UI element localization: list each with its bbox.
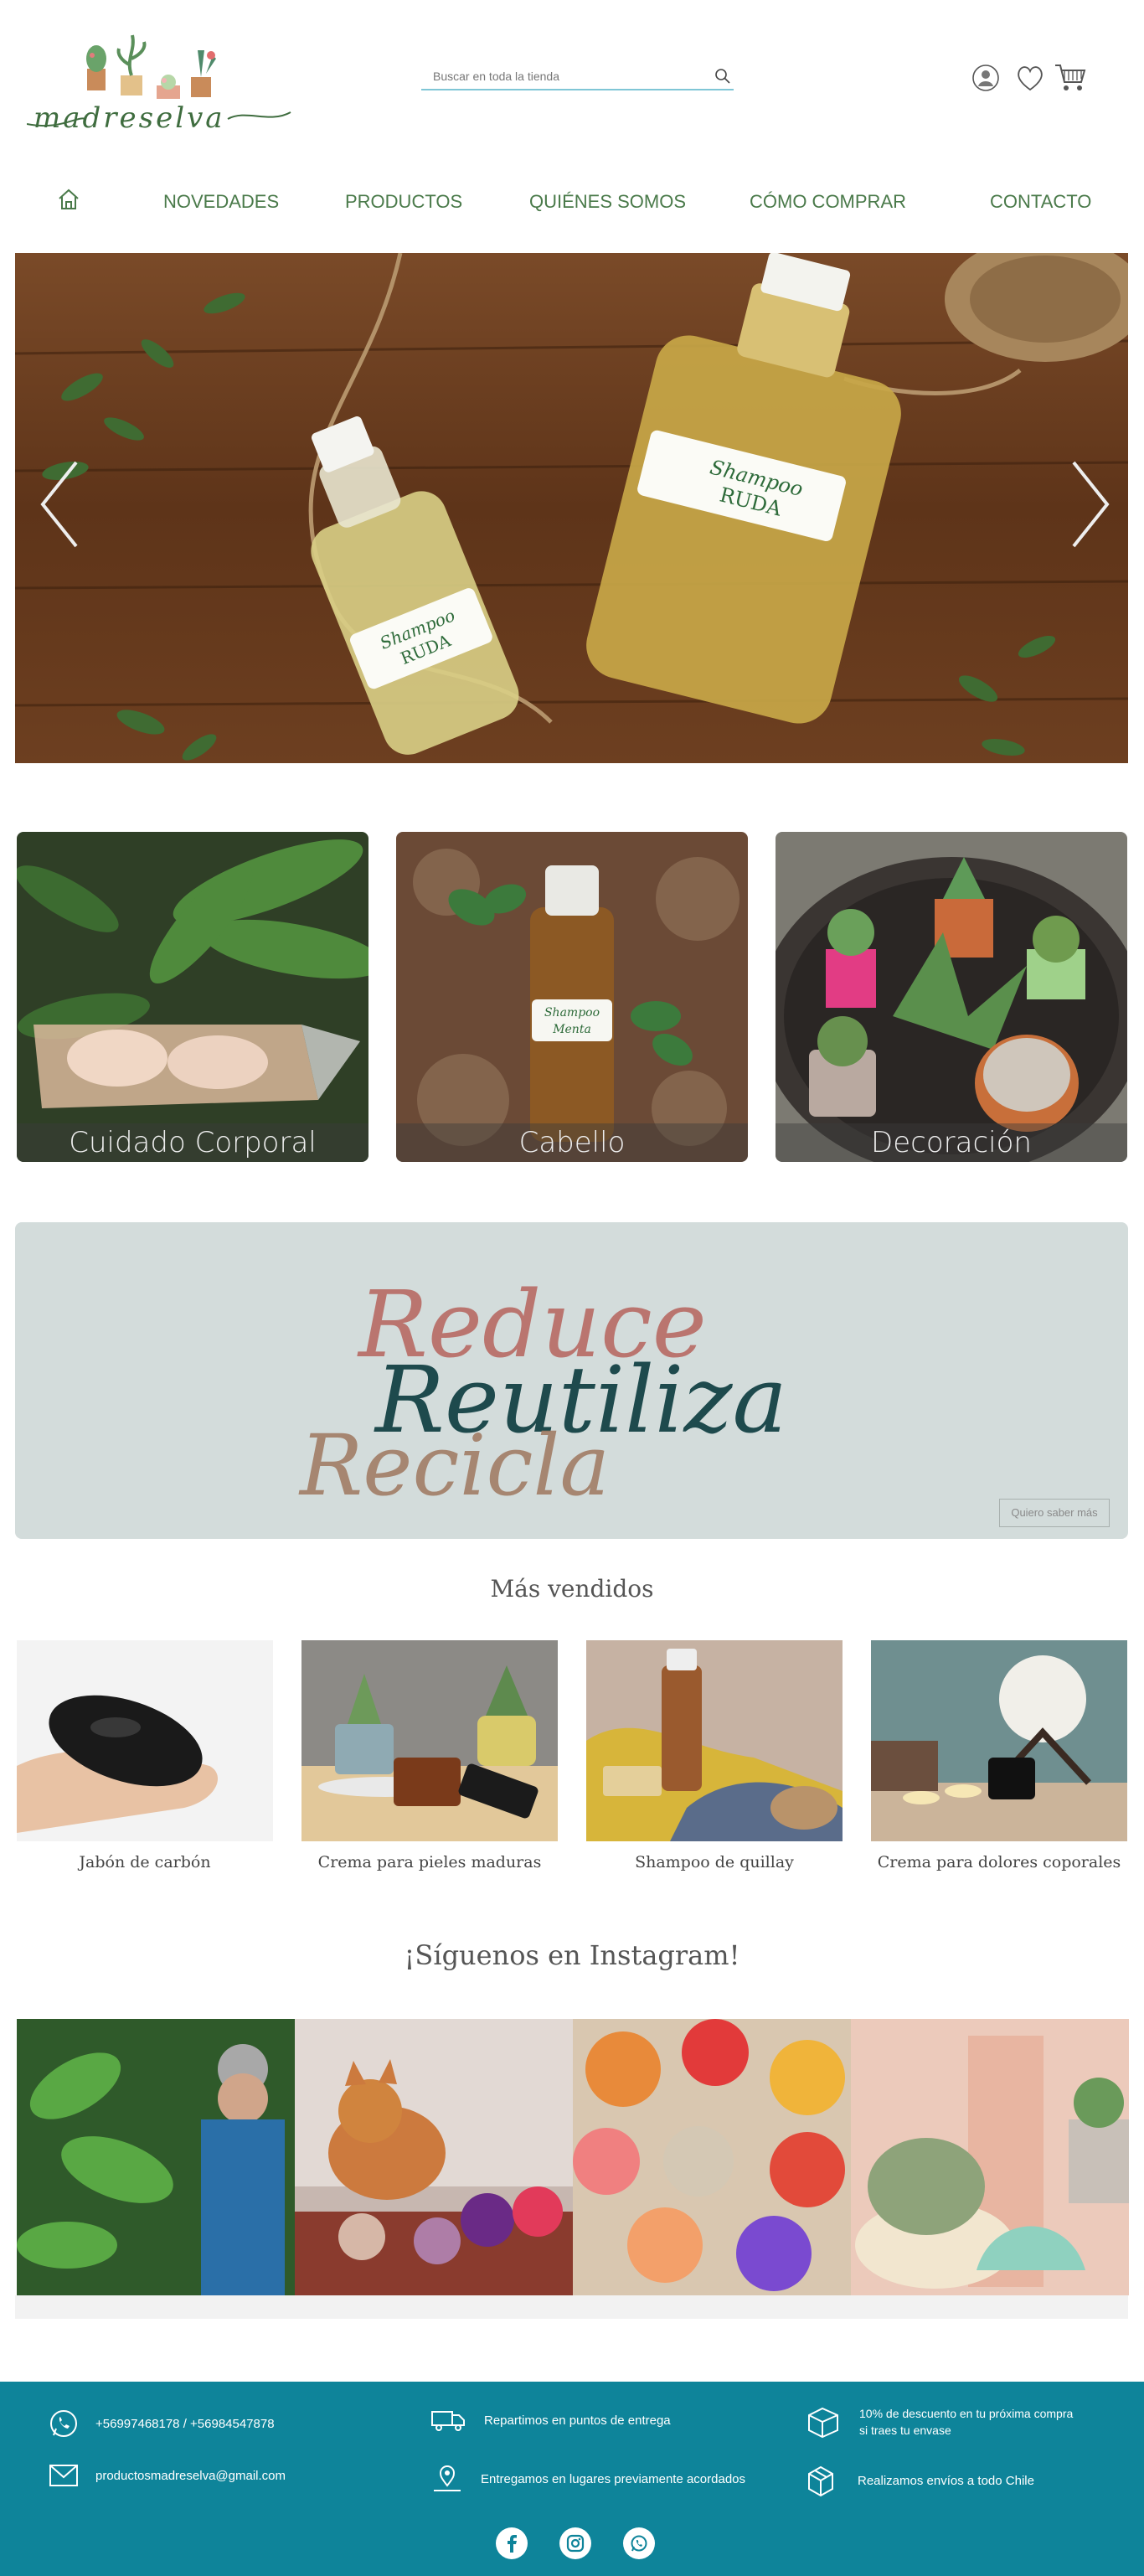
product-image[interactable] (301, 1640, 558, 1841)
svg-text:Recicla: Recicla (298, 1417, 610, 1515)
cart-icon[interactable] (1054, 62, 1087, 98)
product-image[interactable] (871, 1640, 1127, 1841)
nav-contacto[interactable]: CONTACTO (990, 191, 1091, 213)
svg-text:Menta: Menta (552, 1023, 591, 1036)
learn-more-button[interactable]: Quiero saber más (999, 1499, 1110, 1527)
footer-discount-text: 10% de descuento en tu próxima compra si… (859, 2407, 1074, 2437)
nav-productos[interactable]: PRODUCTOS (345, 191, 462, 213)
search-input[interactable] (421, 65, 689, 87)
package-icon (808, 2465, 833, 2497)
footer-phone: +56997468178 / +56984547878 (49, 2408, 275, 2439)
hero-image: Shampoo RUDA Shampoo RUDA (15, 253, 1128, 763)
category-image (17, 832, 368, 1162)
home-icon[interactable] (57, 188, 80, 216)
search-icon[interactable] (714, 67, 732, 85)
mail-icon (49, 2465, 78, 2486)
product-name[interactable]: Crema para pieles maduras (301, 1853, 558, 1871)
header-actions (971, 60, 1089, 94)
category-image (776, 832, 1127, 1162)
product-name[interactable]: Jabón de carbón (17, 1853, 273, 1871)
facebook-icon[interactable] (496, 2527, 528, 2559)
product-name[interactable]: Shampoo de quillay (586, 1853, 843, 1871)
instagram-title: ¡Síguenos en Instagram! (404, 1939, 740, 1971)
hero-slider: Shampoo RUDA Shampoo RUDA (15, 253, 1128, 763)
nav-novedades[interactable]: NOVEDADES (163, 191, 279, 213)
footer-phone-text[interactable]: +56997468178 / +56984547878 (95, 2417, 275, 2431)
category-image: Shampoo Menta (396, 832, 748, 1162)
bestsellers-title: Más vendidos (490, 1575, 654, 1603)
footer-meeting-text: Entregamos en lugares previamente acorda… (481, 2471, 746, 2486)
product-name[interactable]: Crema para dolores coporales (871, 1853, 1127, 1871)
heart-icon[interactable] (1015, 64, 1045, 96)
footer-email-text[interactable]: productosmadreselva@gmail.com (95, 2469, 286, 2483)
brand-logo[interactable]: madreselva (26, 25, 295, 142)
logo-text: madreselva (33, 101, 225, 135)
category-cuidado-corporal[interactable]: Cuidado Corporal (17, 832, 368, 1162)
instagram-icon[interactable] (559, 2527, 591, 2559)
main-nav: NOVEDADES PRODUCTOS QUIÉNES SOMOS CÓMO C… (0, 178, 1144, 226)
footer-delivery: Repartimos en puntos de entrega (430, 2407, 671, 2434)
nav-quienes-somos[interactable]: QUIÉNES SOMOS (529, 191, 686, 213)
footer-delivery-text: Repartimos en puntos de entrega (484, 2413, 671, 2428)
category-cabello[interactable]: Shampoo Menta Cabello (396, 832, 748, 1162)
category-decoracion[interactable]: Decoración (776, 832, 1127, 1162)
user-icon[interactable] (971, 64, 1000, 96)
instagram-post[interactable] (573, 2019, 851, 2295)
location-pin-icon (434, 2465, 461, 2491)
footer-meeting: Entregamos en lugares previamente acorda… (430, 2464, 745, 2494)
slider-next-arrow[interactable] (1061, 454, 1120, 555)
site-footer: +56997468178 / +56984547878 productosmad… (0, 2382, 1144, 2576)
instagram-post[interactable] (295, 2019, 573, 2295)
nav-como-comprar[interactable]: CÓMO COMPRAR (750, 191, 906, 213)
whatsapp-icon (50, 2410, 77, 2437)
whatsapp-icon[interactable] (623, 2527, 655, 2559)
banner-lettering: Reduce Reutiliza Recicla (298, 1271, 787, 1515)
svg-text:Shampoo: Shampoo (544, 1006, 600, 1020)
category-label: Cabello (396, 1123, 748, 1162)
footer-shipping: Realizamos envíos a todo Chile (804, 2464, 1034, 2497)
search-bar (421, 65, 734, 90)
category-label: Cuidado Corporal (17, 1123, 368, 1162)
truck-icon (431, 2411, 465, 2431)
instagram-strip-footer (15, 2295, 1128, 2319)
footer-discount: 10% de descuento en tu próxima compra si… (804, 2405, 1073, 2439)
reduce-reuse-recycle-banner: Reduce Reutiliza Recicla Quiero saber má… (15, 1222, 1128, 1539)
instagram-post[interactable] (851, 2019, 1129, 2295)
product-image[interactable] (586, 1640, 843, 1841)
category-label: Decoración (776, 1123, 1127, 1162)
footer-email: productosmadreselva@gmail.com (49, 2464, 286, 2487)
product-card[interactable]: Crema para pieles maduras (301, 1640, 558, 1871)
product-card[interactable]: Shampoo de quillay (586, 1640, 843, 1871)
product-card[interactable]: Jabón de carbón (17, 1640, 273, 1871)
instagram-post[interactable] (17, 2019, 295, 2295)
product-image[interactable] (17, 1640, 273, 1841)
product-card[interactable]: Crema para dolores coporales (871, 1640, 1127, 1871)
footer-shipping-text: Realizamos envíos a todo Chile (858, 2473, 1034, 2488)
recycle-box-icon (808, 2407, 838, 2439)
slider-prev-arrow[interactable] (30, 454, 89, 555)
